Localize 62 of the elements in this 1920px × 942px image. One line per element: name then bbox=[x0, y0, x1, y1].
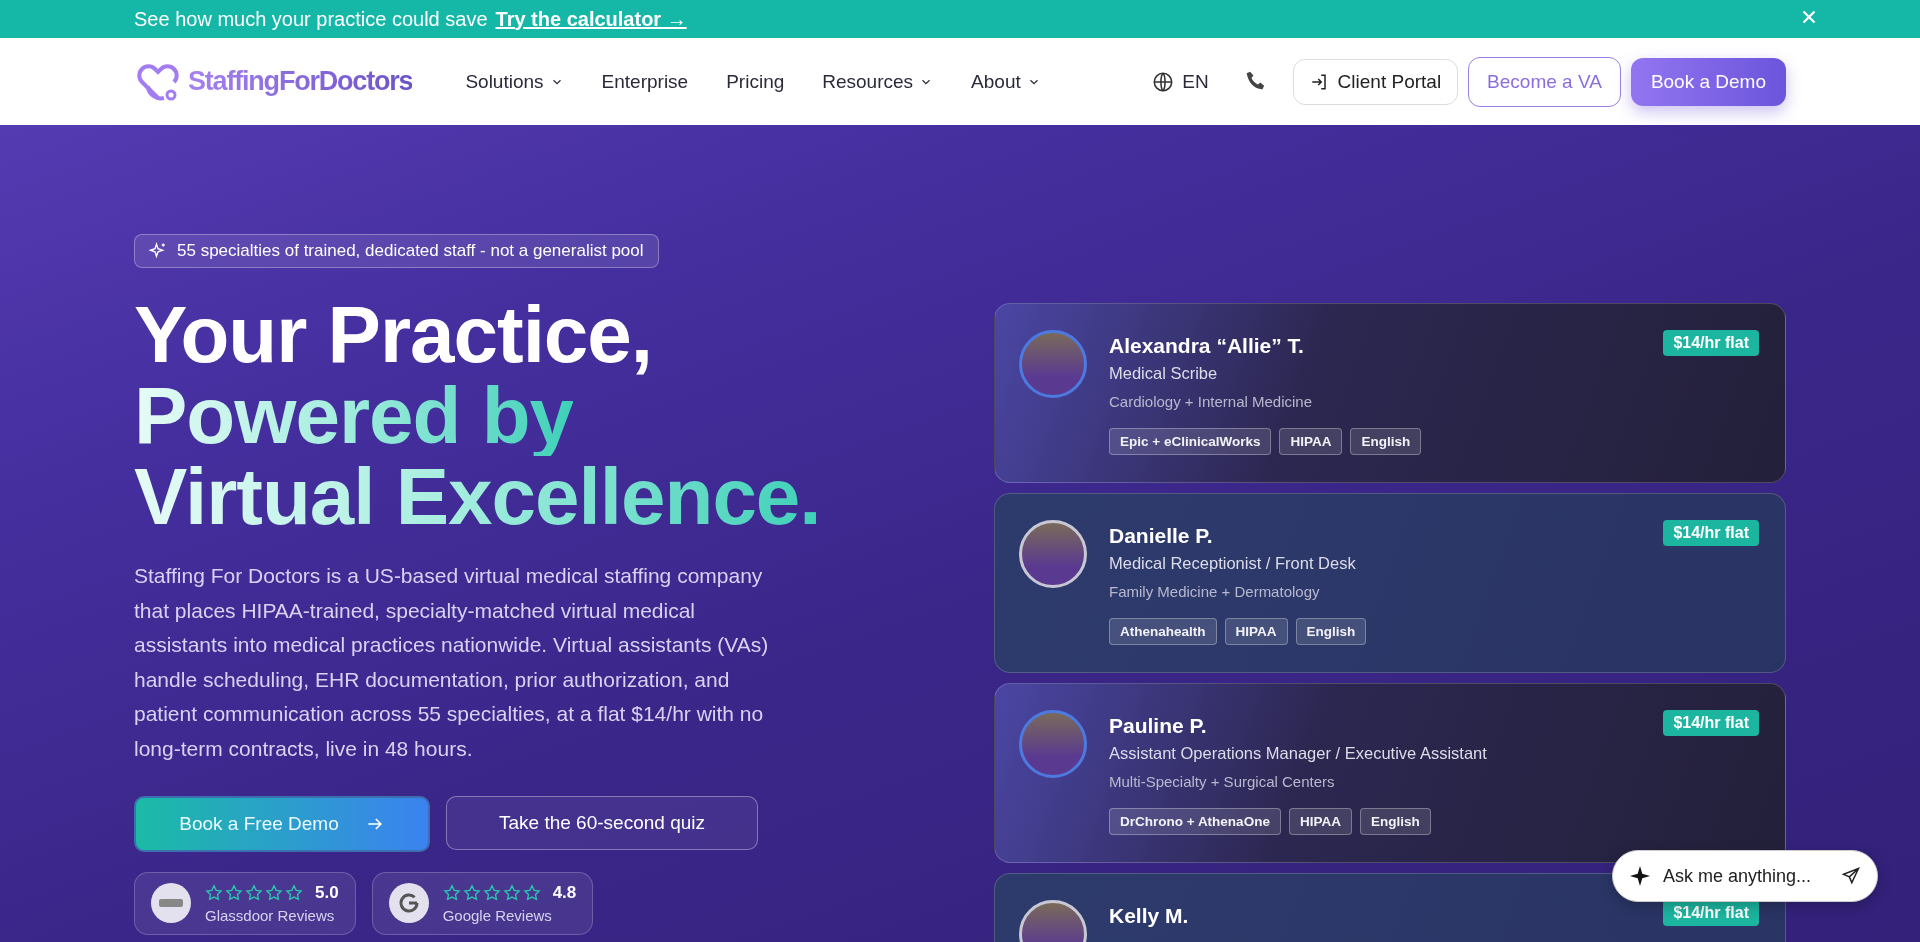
star-icon bbox=[502, 884, 521, 902]
rating-source: Glassdoor Reviews bbox=[205, 907, 336, 924]
assistant-card[interactable]: Alexandra “Allie” T. Medical Scribe Cardiology + Internal Medicine Epic + eClinicalWorks HIPAA English $14/hr flat bbox=[994, 303, 1786, 483]
promo-text: See how much your practice could save bbox=[134, 7, 488, 31]
skill-tag: English bbox=[1359, 808, 1431, 835]
assistant-role: Medical Receptionist / Front Desk bbox=[1109, 554, 1357, 573]
quiz-button[interactable]: Take the 60-second quiz bbox=[446, 796, 758, 850]
skill-tag: DrChrono + AthenaOne bbox=[1109, 808, 1281, 835]
star-icon bbox=[482, 884, 501, 902]
book-demo-button[interactable]: Book a Demo bbox=[1630, 57, 1786, 106]
rating-score: 4.8 bbox=[552, 883, 577, 903]
skill-tag: HIPAA bbox=[1288, 808, 1352, 835]
nav-link[interactable]: Solutions bbox=[465, 70, 564, 93]
sparkle-icon bbox=[149, 242, 167, 260]
skill-tag: English bbox=[1350, 428, 1422, 455]
assistant-specialty: Multi-Specialty + Surgical Centers bbox=[1109, 773, 1336, 790]
rate-badge: $14/hr flat bbox=[1663, 330, 1759, 356]
assistant-role: Assistant Operations Manager / Executive Assistant bbox=[1109, 744, 1488, 763]
skill-tag: HIPAA bbox=[1279, 428, 1343, 455]
login-icon bbox=[1309, 72, 1328, 91]
assistant-card[interactable]: Danielle P. Medical Receptionist / Front Desk Family Medicine + Dermatology Athenahealth HIPAA English $14/hr flat bbox=[994, 493, 1786, 673]
star-icon bbox=[265, 884, 283, 902]
star-icon bbox=[245, 884, 263, 902]
rating-source: Google Reviews bbox=[442, 907, 553, 924]
badge-text: 55 specialties of trained, dedicated staff - not a generalist pool bbox=[177, 241, 644, 261]
assistant-specialty: Cardiology + Internal Medicine bbox=[1109, 393, 1314, 410]
nav-link[interactable]: About bbox=[971, 70, 1041, 93]
star-icon bbox=[442, 884, 461, 902]
skill-tag: Athenahealth bbox=[1109, 618, 1217, 645]
rate-badge: $14/hr flat bbox=[1663, 710, 1759, 736]
assistant-card[interactable]: Pauline P. Assistant Operations Manager / Executive Assistant Multi-Specialty + Surgical Centers DrChrono + AthenaOne HIPAA English $14/hr flat bbox=[994, 683, 1786, 863]
rate-badge: $14/hr flat bbox=[1663, 520, 1759, 546]
skill-tag: Epic + eClinicalWorks bbox=[1109, 428, 1272, 455]
assistant-name: Alexandra “Allie” T. bbox=[1109, 334, 1305, 358]
assistant-role: Medical Scribe bbox=[1109, 364, 1219, 383]
client-portal-button[interactable]: Client Portal bbox=[1292, 58, 1459, 105]
assistant-name: Pauline P. bbox=[1109, 714, 1208, 738]
assistant-name: Danielle P. bbox=[1109, 524, 1214, 548]
nav-link[interactable]: Enterprise bbox=[601, 70, 689, 93]
assistant-name: Kelly M. bbox=[1109, 904, 1190, 928]
rate-badge: $14/hr flat bbox=[1663, 900, 1759, 926]
star-icon bbox=[522, 884, 541, 902]
star-icon bbox=[225, 884, 243, 902]
nav-link[interactable]: Pricing bbox=[726, 70, 785, 93]
sparkle-icon bbox=[1629, 865, 1651, 887]
globe-icon bbox=[1152, 70, 1175, 93]
send-icon[interactable] bbox=[1841, 866, 1861, 886]
language-selector[interactable]: EN bbox=[1152, 70, 1225, 93]
become-va-button[interactable]: Become a VA bbox=[1468, 56, 1621, 107]
nav-link[interactable]: Resources bbox=[822, 70, 934, 93]
g-logo-icon bbox=[388, 883, 429, 923]
hero-description: Staffing For Doctors is a US-based virtual medical staffing company that places HIPAA-trained, specialty-matched virtual medical assistants into medical practices nationwide. Virtual assistants (VAs) handle scheduling, EHR documentation, prior authorization, and patient communication across 55 specialties, at a flat $14/hr with no long-term contracts, live in 48 hours. bbox=[134, 563, 770, 762]
skill-tag: HIPAA bbox=[1224, 618, 1288, 645]
star-icon bbox=[462, 884, 481, 902]
rating-score: 5.0 bbox=[315, 883, 339, 903]
assistant-specialty: Family Medicine + Dermatology bbox=[1109, 583, 1321, 600]
skill-tag: English bbox=[1295, 618, 1367, 645]
hero-heading: Your Practice, bbox=[134, 294, 653, 375]
star-icon bbox=[205, 884, 223, 902]
star-icon bbox=[285, 884, 303, 902]
chat-field[interactable]: Ask me anything... bbox=[1612, 850, 1878, 902]
review-logo-icon bbox=[151, 883, 191, 923]
